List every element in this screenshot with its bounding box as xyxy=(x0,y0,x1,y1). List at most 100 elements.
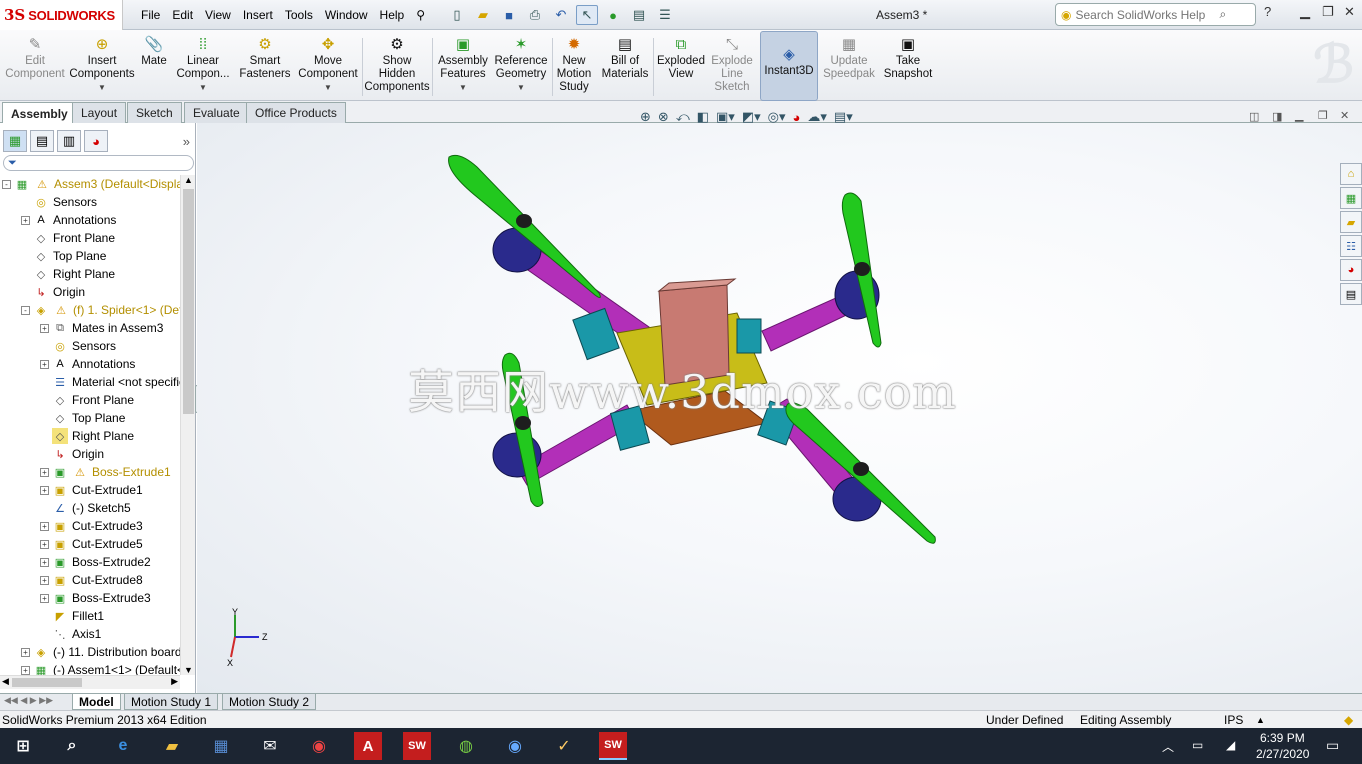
take-snapshot-button[interactable]: ▣ Take Snapshot xyxy=(882,34,934,98)
chevron-down-icon[interactable]: ▼ xyxy=(199,81,207,94)
expand-icon[interactable]: + xyxy=(40,593,49,603)
tree-node[interactable]: ◎ Sensors xyxy=(21,193,97,211)
menu-tools[interactable]: Tools xyxy=(281,8,321,22)
clock-date[interactable]: 2/27/2020 xyxy=(1256,747,1309,761)
home-icon[interactable]: ⌂ xyxy=(1340,163,1362,185)
scroll-thumb[interactable] xyxy=(183,189,194,414)
vp-restore-icon[interactable]: ❐ xyxy=(1318,109,1328,122)
edit-appearance-icon[interactable]: ◕ xyxy=(793,110,801,125)
chrome-icon[interactable]: ◉ xyxy=(305,732,333,760)
mate-button[interactable]: 📎 Mate xyxy=(138,34,170,98)
zoom-to-fit-icon[interactable]: ⊕ xyxy=(640,109,651,125)
design-library-icon[interactable]: ▦ xyxy=(1340,187,1362,209)
open-icon[interactable]: ▰ xyxy=(472,5,494,25)
clock-time[interactable]: 6:39 PM xyxy=(1260,731,1305,745)
tab-assembly[interactable]: Assembly xyxy=(2,102,77,124)
tree-node[interactable]: -◈ ⚠ (f) 1. Spider<1> (Defau xyxy=(21,301,180,319)
mail-icon[interactable]: ✉ xyxy=(256,732,284,760)
options-icon[interactable]: ☰ xyxy=(654,5,676,25)
configuration-manager-tab-icon[interactable]: ▥ xyxy=(57,130,81,152)
tree-node[interactable]: + A Annotations xyxy=(21,211,116,229)
show-hidden-components-button[interactable]: ⚙ Show Hidden Components xyxy=(364,34,429,98)
tab-model[interactable]: Model xyxy=(72,694,121,710)
expand-icon[interactable]: + xyxy=(40,467,49,477)
bill-of-materials-button[interactable]: ▤ Bill of Materials xyxy=(600,34,650,98)
chevron-down-icon[interactable]: ▼ xyxy=(98,81,106,94)
tab-motion-study-2[interactable]: Motion Study 2 xyxy=(222,694,317,710)
move-component-button[interactable]: ✥ Move Component ▼ xyxy=(298,34,358,98)
menu-file[interactable]: File xyxy=(137,8,168,22)
graphics-area[interactable]: 莫西网www.3dmox.com Y Z X ⌂ ▦ ▰ ☷ ◕ ▤ xyxy=(197,123,1362,693)
menu-edit[interactable]: Edit xyxy=(168,8,201,22)
tree-node[interactable]: ◇ Top Plane xyxy=(21,247,107,265)
tab-motion-study-1[interactable]: Motion Study 1 xyxy=(124,694,219,710)
tree-node[interactable]: + ▣ Cut-Extrude8 xyxy=(40,571,143,589)
expand-icon[interactable]: + xyxy=(40,359,49,369)
tree-node[interactable]: + ▣ Cut-Extrude1 xyxy=(40,481,143,499)
tree-node[interactable]: ◎ Sensors xyxy=(40,337,116,355)
property-manager-tab-icon[interactable]: ▤ xyxy=(30,130,54,152)
tab-sketch[interactable]: Sketch xyxy=(127,102,182,123)
menu-insert[interactable]: Insert xyxy=(239,8,281,22)
tree-node[interactable]: + ◈ (-) 11. Distribution board< xyxy=(21,643,180,661)
display-style-icon[interactable]: ◩▾ xyxy=(742,109,761,125)
battery-icon[interactable]: ▭ xyxy=(1192,738,1203,752)
expand-icon[interactable]: + xyxy=(40,323,49,333)
vp-minimize-icon[interactable]: ▁ xyxy=(1295,109,1303,122)
vp-tile-icon[interactable]: ◨ xyxy=(1272,110,1282,123)
units-up-icon[interactable]: ▲ xyxy=(1256,715,1265,725)
expand-icon[interactable]: + xyxy=(40,575,49,585)
tree-node[interactable]: ◇ Front Plane xyxy=(21,229,115,247)
h-scroll-thumb[interactable] xyxy=(12,678,82,687)
tree-node[interactable]: ⋱ Axis1 xyxy=(40,625,102,643)
expand-icon[interactable]: + xyxy=(21,647,30,657)
chevron-down-icon[interactable]: ▼ xyxy=(459,81,467,94)
tree-node[interactable]: ↳ Origin xyxy=(40,445,104,463)
tree-node[interactable]: ↳ Origin xyxy=(21,283,85,301)
tree-node[interactable]: ◤ Fillet1 xyxy=(40,607,104,625)
expand-icon[interactable]: + xyxy=(40,557,49,567)
tray-chevron-icon[interactable]: ︿ xyxy=(1162,738,1174,755)
tree-node[interactable]: + ▣ ⚠ Boss-Extrude1 xyxy=(40,463,171,481)
custom-properties-icon[interactable]: ▤ xyxy=(1340,283,1362,305)
new-motion-study-button[interactable]: ✹ New Motion Study xyxy=(555,34,593,98)
tree-node[interactable]: -▦ ⚠ Assem3 (Default<Display S xyxy=(2,175,180,193)
collapse-icon[interactable]: - xyxy=(2,179,11,189)
save-icon[interactable]: ■ xyxy=(498,5,520,25)
view-settings-icon[interactable]: ▤▾ xyxy=(834,109,853,125)
zoom-to-area-icon[interactable]: ⊗ xyxy=(658,109,669,125)
tree-node[interactable]: + ▦ (-) Assem1<1> (Default<D xyxy=(21,661,180,675)
hide-show-items-icon[interactable]: ◎▾ xyxy=(768,109,786,125)
tree-node[interactable]: + ⧉ Mates in Assem3 xyxy=(40,319,163,337)
file-properties-icon[interactable]: ▤ xyxy=(628,5,650,25)
exploded-view-button[interactable]: ⧉ Exploded View xyxy=(656,34,706,98)
vp-close-icon[interactable]: ✕ xyxy=(1340,109,1349,122)
print-icon[interactable]: ⎙ xyxy=(524,5,546,25)
select-icon[interactable]: ↖ xyxy=(576,5,598,25)
store-icon[interactable]: ▦ xyxy=(207,732,235,760)
file-explorer-taskbar-icon[interactable]: ▰ xyxy=(158,732,186,760)
tree-node[interactable]: ∠ (-) Sketch5 xyxy=(40,499,131,517)
display-manager-tab-icon[interactable]: ◕ xyxy=(84,130,108,152)
assembly-features-button[interactable]: ▣ Assembly Features ▼ xyxy=(436,34,490,98)
wifi-icon[interactable]: ◢ xyxy=(1226,738,1235,752)
insert-components-button[interactable]: ⊕ Insert Components ▼ xyxy=(69,34,134,98)
units-selector[interactable]: IPS xyxy=(1224,713,1243,727)
edge-icon[interactable]: e xyxy=(109,732,137,760)
scroll-left-icon[interactable]: ◀ xyxy=(2,676,9,687)
file-explorer-icon[interactable]: ▰ xyxy=(1340,211,1362,233)
taskbar-search-icon[interactable]: ⌕ xyxy=(58,732,86,760)
tree-node[interactable]: + ▣ Cut-Extrude3 xyxy=(40,517,143,535)
tree-node[interactable]: + ▣ Boss-Extrude3 xyxy=(40,589,151,607)
pin-icon[interactable]: ⚲ xyxy=(412,8,433,22)
notifications-icon[interactable]: ▭ xyxy=(1326,737,1339,754)
tree-node[interactable]: + ▣ Cut-Extrude5 xyxy=(40,535,143,553)
solidworks-logo[interactable]: 3S SOLIDWORKS xyxy=(0,0,123,30)
vp-split-icon[interactable]: ◫ xyxy=(1249,110,1259,123)
apply-scene-icon[interactable]: ☁▾ xyxy=(807,109,827,125)
solidworks-active-taskbar-icon[interactable]: SW xyxy=(599,732,627,760)
task-app-icon[interactable]: ✓ xyxy=(550,732,578,760)
help-icon[interactable]: ? xyxy=(1264,4,1271,19)
minimize-icon[interactable]: ▁ xyxy=(1300,4,1310,20)
chevron-down-icon[interactable]: ▼ xyxy=(324,81,332,94)
